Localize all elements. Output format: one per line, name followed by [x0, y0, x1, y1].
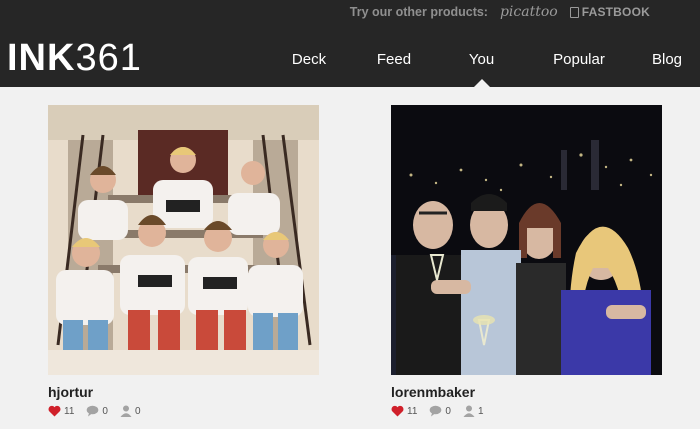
group-photo-friends — [391, 105, 662, 375]
comments-stat[interactable]: 0 — [86, 405, 108, 417]
fastbook-link[interactable]: FASTBOOK — [569, 5, 650, 19]
top-bar: Try our other products: picattoo FASTBOO… — [0, 0, 700, 87]
nav-blog[interactable]: Blog — [634, 46, 700, 74]
users-count: 1 — [477, 405, 484, 417]
users-stat[interactable]: 1 — [463, 405, 484, 417]
promo-bar: Try our other products: picattoo FASTBOO… — [350, 3, 650, 21]
likes-stat[interactable]: 11 — [48, 405, 74, 417]
post-card: lorenmbaker 11 0 1 — [391, 105, 662, 418]
comment-bubble-icon — [87, 405, 99, 417]
nav-feed[interactable]: Feed — [349, 46, 439, 74]
logo-text-light: 361 — [75, 37, 142, 79]
likes-count: 11 — [64, 405, 75, 417]
user-icon — [120, 405, 132, 417]
group-photo-children — [48, 105, 319, 375]
heart-icon — [48, 405, 61, 417]
post-card: hjortur 11 0 0 — [48, 105, 319, 418]
comment-bubble-icon — [430, 405, 442, 417]
comments-stat[interactable]: 0 — [429, 405, 451, 417]
main-nav: Deck Feed You Popular Blog — [269, 46, 700, 87]
post-username[interactable]: lorenmbaker — [391, 384, 662, 400]
fastbook-icon — [569, 6, 579, 18]
likes-count: 11 — [407, 405, 418, 417]
likes-stat[interactable]: 11 — [391, 405, 417, 417]
ink361-logo[interactable]: INK361 — [7, 35, 142, 81]
post-username[interactable]: hjortur — [48, 384, 319, 400]
nav-you[interactable]: You — [439, 46, 524, 87]
post-photo[interactable] — [391, 105, 662, 375]
picattoo-link[interactable]: picattoo — [500, 4, 558, 20]
comments-count: 0 — [445, 405, 451, 417]
users-count: 0 — [134, 405, 141, 417]
comments-count: 0 — [102, 405, 108, 417]
fastbook-label: FASTBOOK — [581, 5, 650, 19]
heart-icon — [391, 405, 404, 417]
promo-text: Try our other products: — [349, 5, 488, 19]
post-stats: 11 0 1 — [391, 404, 662, 418]
nav-deck[interactable]: Deck — [269, 46, 349, 74]
post-stats: 11 0 0 — [48, 404, 319, 418]
user-icon — [463, 405, 475, 417]
users-stat[interactable]: 0 — [120, 405, 141, 417]
nav-popular[interactable]: Popular — [524, 46, 634, 74]
post-photo[interactable] — [48, 105, 319, 375]
logo-text-bold: INK — [7, 37, 76, 79]
